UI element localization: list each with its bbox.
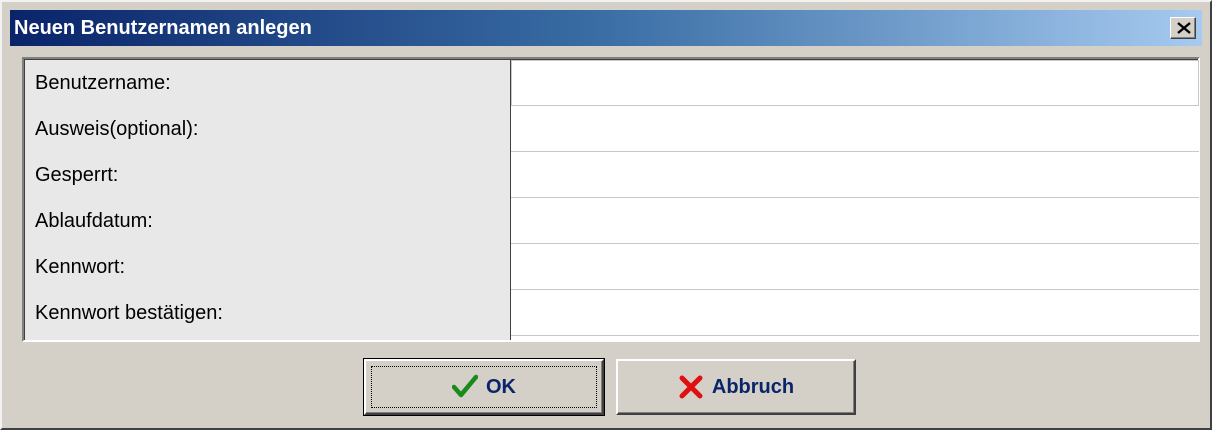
checkmark-icon bbox=[452, 374, 478, 398]
ok-button-content: OK bbox=[366, 361, 602, 413]
window-title: Neuen Benutzernamen anlegen bbox=[14, 17, 312, 39]
input-column bbox=[511, 60, 1199, 340]
close-icon bbox=[1177, 22, 1191, 34]
cancel-button-content: Abbruch bbox=[618, 361, 854, 413]
title-bar[interactable]: Neuen Benutzernamen anlegen bbox=[10, 10, 1202, 46]
label-password: Kennwort: bbox=[35, 256, 126, 278]
ok-button[interactable]: OK bbox=[363, 358, 605, 416]
form-panel: Benutzername: Ausweis(optional): Gesperr… bbox=[22, 57, 1200, 342]
form-grid: Benutzername: Ausweis(optional): Gesperr… bbox=[24, 59, 1199, 340]
close-button[interactable] bbox=[1170, 17, 1196, 39]
label-id-card: Ausweis(optional): bbox=[35, 118, 199, 140]
expiry-date-input[interactable] bbox=[511, 198, 1199, 244]
ok-button-label: OK bbox=[486, 375, 516, 398]
cancel-button[interactable]: Abbruch bbox=[616, 359, 856, 415]
label-expiry-date: Ablaufdatum: bbox=[35, 210, 153, 232]
label-column: Benutzername: Ausweis(optional): Gesperr… bbox=[25, 60, 511, 340]
label-password-confirm: Kennwort bestätigen: bbox=[35, 302, 223, 324]
label-locked: Gesperrt: bbox=[35, 164, 119, 186]
password-input[interactable] bbox=[511, 244, 1199, 290]
id-card-input[interactable] bbox=[511, 106, 1199, 152]
username-input[interactable] bbox=[511, 60, 1199, 106]
locked-input[interactable] bbox=[511, 152, 1199, 198]
dialog-window: Neuen Benutzernamen anlegen Benutzername… bbox=[0, 0, 1212, 430]
label-username: Benutzername: bbox=[35, 72, 171, 94]
password-confirm-input[interactable] bbox=[511, 290, 1199, 336]
cancel-button-label: Abbruch bbox=[711, 375, 795, 398]
red-x-icon bbox=[679, 375, 703, 399]
